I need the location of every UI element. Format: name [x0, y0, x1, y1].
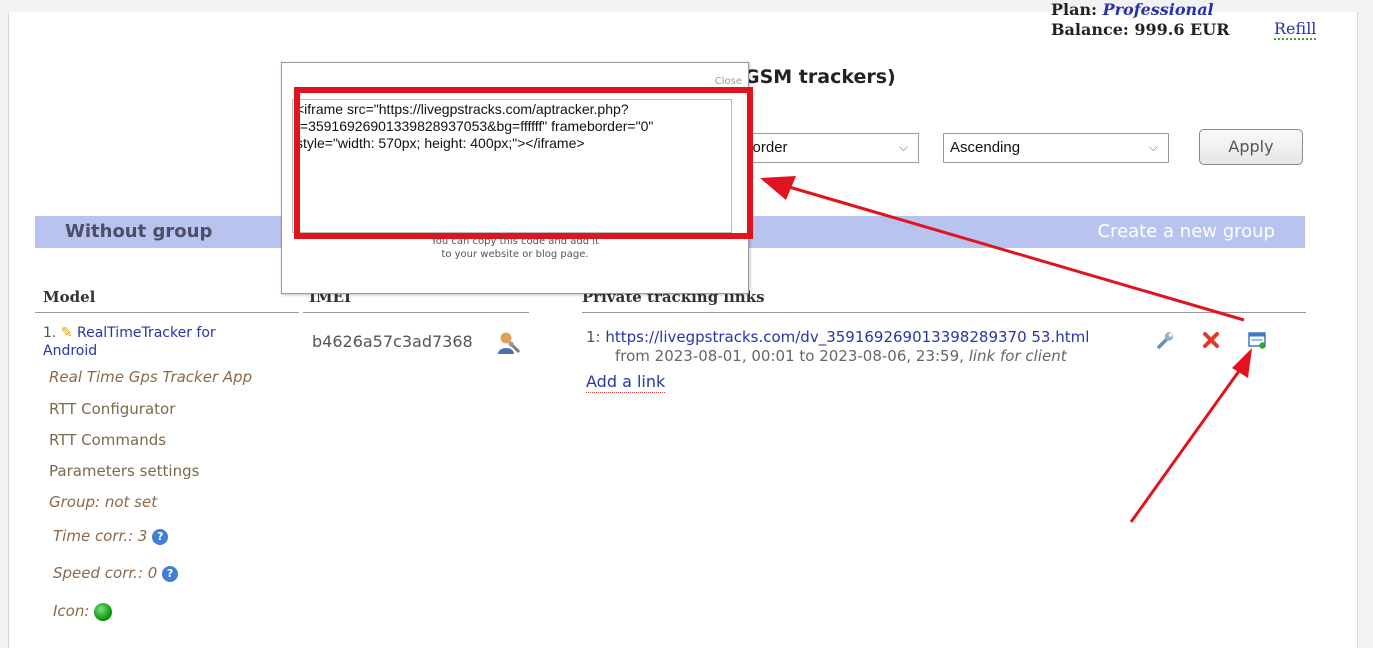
plan-info: Plan: Professional	[1051, 0, 1214, 19]
balance-value: 999.6 EUR	[1134, 20, 1230, 39]
chevron-down-icon: ⌵	[898, 140, 908, 154]
group-text: Group: not set	[49, 493, 158, 511]
icon-label: Icon:	[53, 602, 90, 620]
balance-info: Balance: 999.6 EUR	[1051, 20, 1230, 39]
device-model: 1. ✎ RealTimeTracker for Android	[43, 324, 273, 360]
sort-direction-value: Ascending	[950, 139, 1021, 156]
tracking-link-period: from 2023-08-01, 00:01 to 2023-08-06, 23…	[615, 347, 1067, 365]
balance-label: Balance:	[1051, 20, 1129, 39]
help-icon[interactable]: ?	[162, 565, 179, 582]
popup-note-line2: to your website or blog page.	[441, 249, 589, 260]
rtt-commands-link[interactable]: RTT Commands	[49, 431, 166, 449]
period-note: link for client	[968, 347, 1067, 365]
imei-value: b4626a57c3ad7368	[312, 332, 473, 351]
tracking-link-url[interactable]: https://livegpstracks.com/dv_35916926901…	[605, 328, 1089, 346]
apply-button[interactable]: Apply	[1199, 129, 1303, 165]
popup-note-line1: You can copy this code and add it	[430, 236, 600, 247]
divider	[35, 312, 299, 313]
group-name: Without group	[65, 221, 213, 242]
popup-note: You can copy this code and add it to you…	[282, 235, 748, 261]
time-correction-text: Time corr.: 3	[53, 527, 148, 545]
tracking-link-index: 1:	[586, 328, 601, 346]
main-page: Plan: Professional Balance: 999.6 EUR Re…	[8, 0, 1358, 648]
help-icon[interactable]: ?	[152, 528, 169, 545]
speed-correction-text: Speed corr.: 0	[53, 564, 158, 582]
chevron-down-icon: ⌵	[1148, 140, 1158, 154]
device-icon-row: Icon:	[53, 602, 113, 621]
rtt-configurator-link[interactable]: RTT Configurator	[49, 400, 175, 418]
close-button[interactable]: Close	[715, 76, 742, 87]
plan-label: Plan:	[1051, 0, 1098, 19]
sort-direction-select[interactable]: Ascending ⌵	[943, 133, 1169, 163]
sort-field-select[interactable]: g order ⌵	[733, 133, 919, 163]
embed-code-textarea[interactable]	[292, 99, 732, 233]
add-link-button[interactable]: Add a link	[586, 372, 666, 393]
speed-correction: Speed corr.: 0 ?	[53, 564, 179, 582]
plan-value: Professional	[1102, 0, 1214, 19]
embed-code-icon[interactable]	[1247, 330, 1267, 350]
period-text: from 2023-08-01, 00:01 to 2023-08-06, 23…	[615, 347, 964, 365]
device-index: 1.	[43, 325, 57, 341]
column-header-model: Model	[43, 288, 96, 306]
time-correction: Time corr.: 3 ?	[53, 527, 169, 545]
wrench-icon[interactable]	[1155, 330, 1175, 350]
tracking-link-row: 1: https://livegpstracks.com/dv_35916926…	[586, 328, 1089, 346]
create-group-link[interactable]: Create a new group	[1098, 221, 1276, 242]
embed-code-popup: Close You can copy this code and add it …	[281, 62, 753, 294]
delete-icon[interactable]	[1201, 330, 1221, 350]
user-settings-icon[interactable]	[495, 330, 521, 356]
app-name: Real Time Gps Tracker App	[49, 368, 253, 386]
divider	[582, 312, 1306, 313]
page-heading: GSM trackers)	[744, 66, 896, 88]
refill-link[interactable]: Refill	[1274, 20, 1317, 40]
green-dot-icon[interactable]	[94, 602, 113, 621]
divider	[303, 312, 529, 313]
parameters-settings-link[interactable]: Parameters settings	[49, 462, 199, 480]
pencil-icon[interactable]: ✎	[61, 325, 73, 341]
